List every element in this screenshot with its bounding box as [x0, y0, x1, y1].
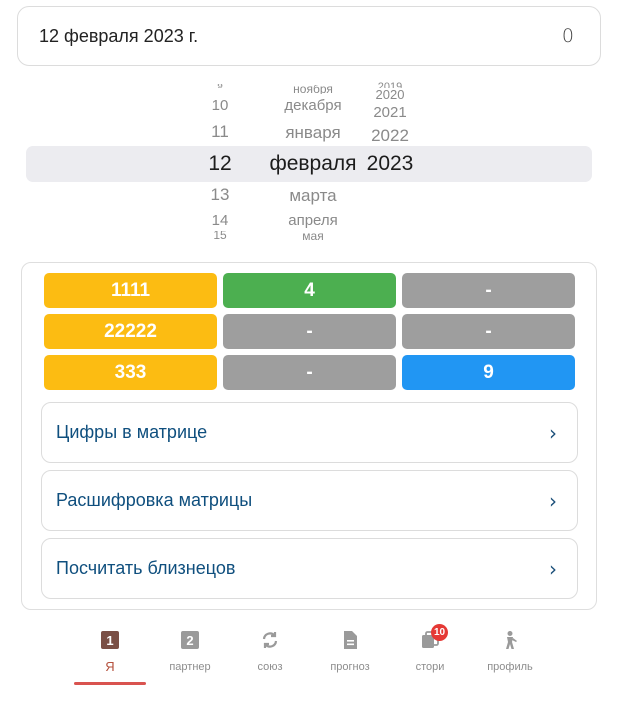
person-icon [500, 630, 520, 650]
date-card[interactable]: 12 февраля 2023 г. 0 [17, 6, 601, 66]
stories-badge: 10 [431, 624, 448, 641]
stories-icon: 10 [420, 624, 448, 650]
numbers-in-matrix-link[interactable]: Цифры в матрице › [41, 402, 578, 463]
svg-text:1: 1 [106, 633, 113, 648]
selected-date-text: 12 февраля 2023 г. [39, 25, 199, 46]
chevron-right-icon: › [549, 556, 557, 581]
day-wheel[interactable]: 9 10 11 12 13 14 15 [190, 80, 250, 244]
nav-item-partner[interactable]: 2 партнер [150, 626, 230, 673]
year-wheel[interactable]: 2019 2020 2021 2022 2023 [354, 80, 426, 244]
matrix-cell: - [402, 314, 575, 349]
year-option[interactable]: 2022 [354, 126, 426, 146]
day-option[interactable]: 9 [190, 84, 250, 90]
document-icon [340, 630, 360, 650]
nav-item-profile[interactable]: профиль [470, 626, 550, 673]
matrix-cell: 1111 [44, 273, 217, 308]
day-option[interactable]: 10 [190, 97, 250, 114]
nav-label: партнер [169, 661, 211, 673]
day-option[interactable]: 11 [190, 122, 250, 142]
year-option[interactable]: 2021 [354, 104, 426, 121]
count-twins-link[interactable]: Посчитать близнецов › [41, 538, 578, 599]
matrix-cell: 22222 [44, 314, 217, 349]
nav-item-union[interactable]: союз [230, 626, 310, 673]
day-option[interactable]: 15 [190, 231, 250, 240]
nav-item-forecast[interactable]: прогноз [310, 626, 390, 673]
date-count: 0 [561, 25, 574, 47]
bottom-navigation: 1 Я 2 партнер союз прогноз 10 стори проф… [70, 624, 560, 690]
nav-label: профиль [487, 661, 533, 673]
chevron-right-icon: › [549, 420, 557, 445]
active-tab-indicator [74, 682, 146, 685]
matrix-card: 1111 4 - 22222 - - 333 - 9 Цифры в матри… [21, 262, 597, 610]
year-option[interactable]: 2020 [354, 87, 426, 102]
nav-label: прогноз [330, 661, 370, 673]
chevron-right-icon: › [549, 488, 557, 513]
nav-item-stories[interactable]: 10 стори [390, 624, 470, 673]
nav-item-me[interactable]: 1 Я [70, 626, 150, 685]
matrix-cell: 4 [223, 273, 396, 308]
nav-label: союз [257, 661, 283, 673]
link-label: Посчитать близнецов [56, 558, 236, 578]
day-option-selected[interactable]: 12 [190, 152, 250, 176]
link-label: Цифры в матрице [56, 422, 208, 442]
matrix-cell: - [223, 355, 396, 390]
matrix-decoding-link[interactable]: Расшифровка матрицы › [41, 470, 578, 531]
day-option[interactable]: 13 [190, 185, 250, 205]
matrix-cell: - [402, 273, 575, 308]
number-2-icon: 2 [180, 630, 200, 650]
date-picker[interactable]: 9 10 11 12 13 14 15 ноября декабря январ… [0, 80, 624, 244]
svg-text:2: 2 [186, 633, 193, 648]
nav-label: Я [105, 659, 115, 674]
sync-icon [260, 630, 280, 650]
year-option-selected[interactable]: 2023 [354, 152, 426, 176]
matrix-cell: 9 [402, 355, 575, 390]
number-1-icon: 1 [100, 630, 120, 650]
day-option[interactable]: 14 [190, 212, 250, 229]
matrix-cell: - [223, 314, 396, 349]
link-label: Расшифровка матрицы [56, 490, 253, 510]
nav-label: стори [415, 661, 445, 673]
matrix-cell: 333 [44, 355, 217, 390]
